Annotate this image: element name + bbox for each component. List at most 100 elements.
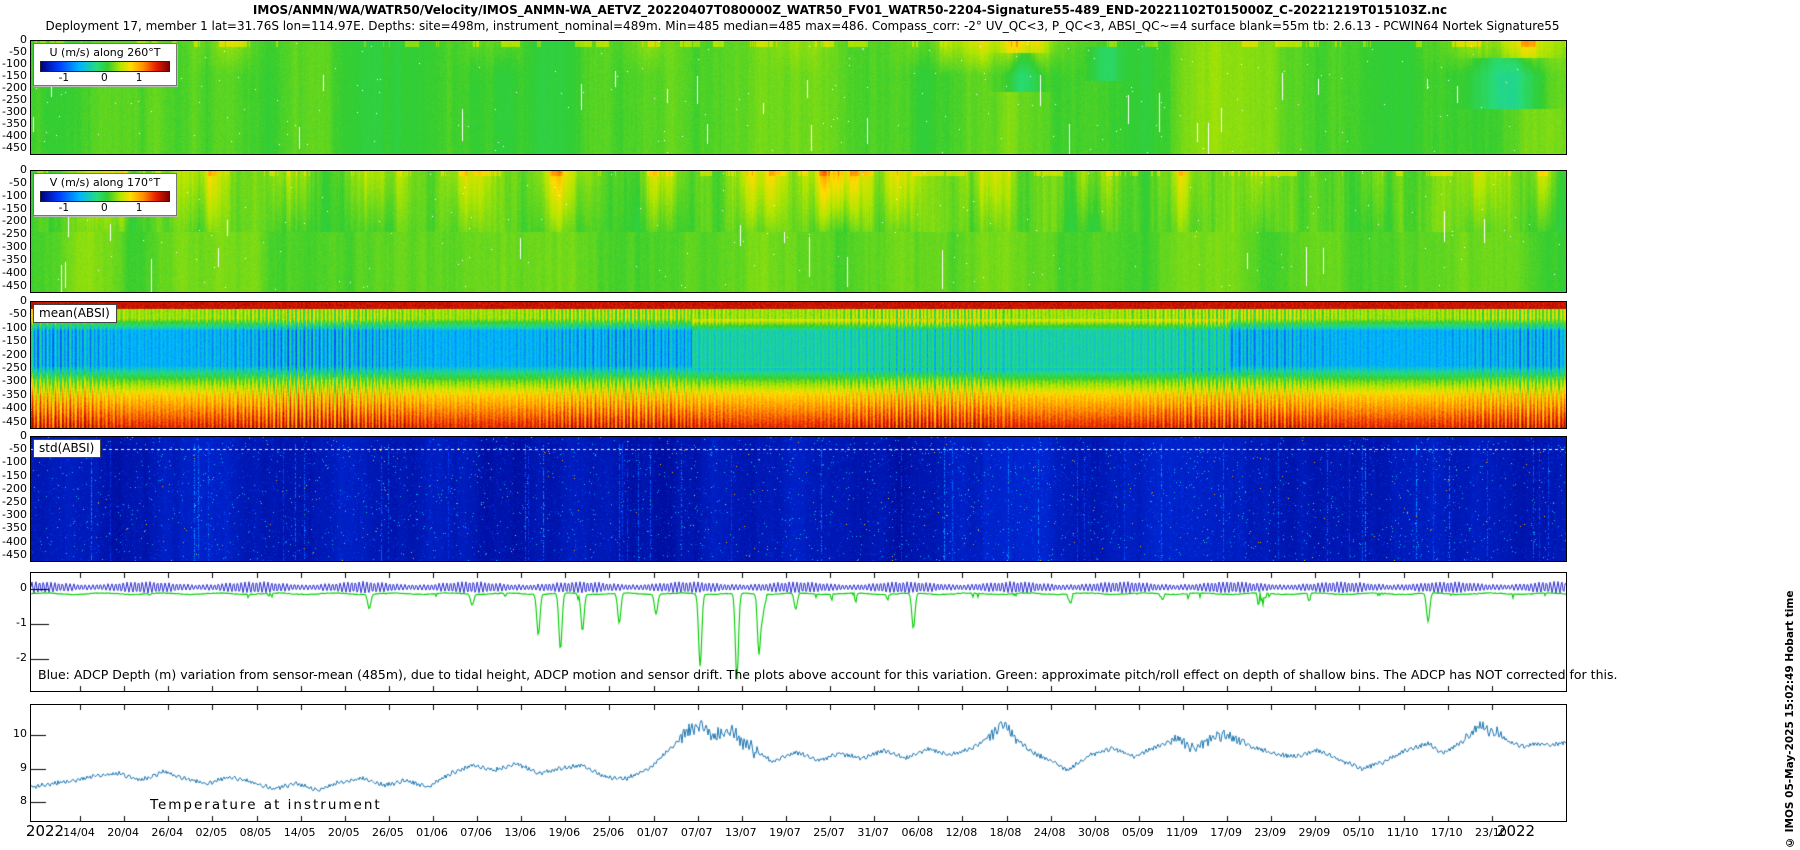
date-tick-label: 17/09 (1210, 826, 1242, 839)
date-tick-label: 24/08 (1034, 826, 1066, 839)
panel-u-velocity (30, 40, 1567, 155)
v-colorbar-ticks: -101 (34, 202, 176, 215)
date-tick-label: 25/07 (813, 826, 845, 839)
date-tick-label: 31/07 (857, 826, 889, 839)
date-tick-label: 13/07 (725, 826, 757, 839)
v-colorbar-legend: V (m/s) along 170°T -101 (33, 173, 177, 216)
date-tick-label: 05/10 (1343, 826, 1375, 839)
date-tick-label: 23/10 (1475, 826, 1507, 839)
panel-mean-absi (30, 301, 1567, 429)
depth-tick-label: -100 (2, 456, 27, 468)
date-tick-label: 19/07 (769, 826, 801, 839)
imos-watermark: © IMOS 05-May-2025 15:02:49 Hobart time (1784, 448, 1796, 848)
figure-subtitle: Deployment 17, member 1 lat=31.76S lon=1… (30, 19, 1575, 33)
date-tick-label: 14/05 (284, 826, 316, 839)
u-colorbar-ticks: -1 0 1 (34, 72, 176, 85)
depth-tick-label: -350 (2, 522, 27, 534)
colorbar-tick-label: 1 (136, 72, 143, 84)
depth-tick-label: -250 (2, 496, 27, 508)
depth-tick-label: -50 (9, 443, 27, 455)
date-tick-label: 08/05 (240, 826, 272, 839)
std-absi-depth-axis: 0-50-100-150-200-250-300-350-400-450 (0, 436, 28, 560)
date-tick-label: 17/10 (1431, 826, 1463, 839)
depth-tick-label: -450 (2, 280, 27, 292)
depth-tick-label: -50 (9, 308, 27, 320)
depth-tick-label: -300 (2, 509, 27, 521)
colorbar-tick-label: 1 (136, 202, 143, 214)
depth-tick-label: -400 (2, 402, 27, 414)
u-colorbar-title: U (m/s) along 260°T (34, 45, 176, 61)
mean-absi-depth-axis: 0-50-100-150-200-250-300-350-400-450 (0, 301, 28, 427)
v-colorbar-title: V (m/s) along 170°T (34, 175, 176, 191)
std-absi-label: std(ABSI) (33, 439, 101, 458)
date-tick-label: 14/04 (63, 826, 95, 839)
date-tick-label: 18/08 (990, 826, 1022, 839)
figure-root: IMOS/ANMN/WA/WATR50/Velocity/IMOS_ANMN-W… (0, 0, 1800, 850)
figure-title: IMOS/ANMN/WA/WATR50/Velocity/IMOS_ANMN-W… (100, 3, 1600, 17)
depth-tick-label: -250 (2, 228, 27, 240)
date-tick-label: 05/09 (1122, 826, 1154, 839)
x-axis-dates: 2022 2022 14/0420/0426/0402/0508/0514/05… (0, 824, 1800, 844)
depth-tick-label: -450 (2, 549, 27, 561)
date-tick-label: 11/09 (1166, 826, 1198, 839)
temperature-tick-label: 8 (20, 795, 27, 807)
date-tick-label: 26/05 (372, 826, 404, 839)
date-tick-label: 11/10 (1387, 826, 1419, 839)
v-depth-axis: 0-50-100-150-200-250-300-350-400-450 (0, 170, 28, 291)
u-depth-axis: 0-50-100-150-200-250-300-350-400-450 (0, 40, 28, 153)
depth-tick-label: -200 (2, 215, 27, 227)
depth-tick-label: -200 (2, 483, 27, 495)
depth-tick-label: -450 (2, 416, 27, 428)
panel-std-absi (30, 436, 1567, 562)
year-label-left: 2022 (26, 822, 64, 840)
depth-variation-axis: 0-1-2 (0, 572, 28, 690)
date-tick-label: 19/06 (548, 826, 580, 839)
depth-variation-tick-label: 0 (20, 582, 27, 594)
depth-tick-label: -400 (2, 536, 27, 548)
depth-tick-label: -150 (2, 335, 27, 347)
colorbar-tick-label: -1 (59, 72, 69, 84)
date-tick-label: 25/06 (593, 826, 625, 839)
depth-tick-label: -350 (2, 389, 27, 401)
temperature-tick-label: 10 (13, 728, 27, 740)
date-tick-label: 07/07 (681, 826, 713, 839)
date-tick-label: 06/08 (901, 826, 933, 839)
v-colorbar-gradient (40, 191, 170, 202)
depth-tick-label: -400 (2, 267, 27, 279)
date-tick-label: 07/06 (460, 826, 492, 839)
depth-tick-label: 0 (20, 295, 27, 307)
depth-tick-label: -150 (2, 470, 27, 482)
depth-variation-caption: Blue: ADCP Depth (m) variation from sens… (38, 667, 1617, 682)
date-tick-label: 02/05 (196, 826, 228, 839)
depth-tick-label: -300 (2, 241, 27, 253)
date-tick-label: 29/09 (1299, 826, 1331, 839)
date-tick-label: 23/09 (1254, 826, 1286, 839)
depth-tick-label: -450 (2, 142, 27, 154)
mean-absi-heatmap (31, 302, 1566, 428)
panel-v-velocity (30, 170, 1567, 293)
temperature-label: Temperature at instrument (150, 797, 382, 813)
u-colorbar-legend: U (m/s) along 260°T -1 0 1 (33, 43, 177, 86)
colorbar-tick-label: 0 (101, 72, 108, 84)
date-tick-label: 26/04 (151, 826, 183, 839)
depth-tick-label: -100 (2, 322, 27, 334)
depth-tick-label: 0 (20, 164, 27, 176)
depth-tick-label: -250 (2, 362, 27, 374)
depth-tick-label: -200 (2, 349, 27, 361)
colorbar-tick-label: 0 (101, 202, 108, 214)
date-tick-label: 30/08 (1078, 826, 1110, 839)
v-velocity-heatmap (31, 171, 1566, 292)
temperature-axis: 10 9 8 (0, 704, 28, 820)
date-tick-label: 13/06 (504, 826, 536, 839)
temperature-tick-label: 9 (20, 762, 27, 774)
depth-variation-tick-label: -1 (16, 617, 27, 629)
u-colorbar-gradient (40, 61, 170, 72)
depth-tick-label: -350 (2, 254, 27, 266)
u-velocity-heatmap (31, 41, 1566, 154)
date-tick-label: 12/08 (946, 826, 978, 839)
date-tick-label: 20/05 (328, 826, 360, 839)
depth-tick-label: -150 (2, 203, 27, 215)
date-tick-label: 20/04 (107, 826, 139, 839)
depth-tick-label: 0 (20, 430, 27, 442)
std-absi-heatmap (31, 437, 1566, 561)
